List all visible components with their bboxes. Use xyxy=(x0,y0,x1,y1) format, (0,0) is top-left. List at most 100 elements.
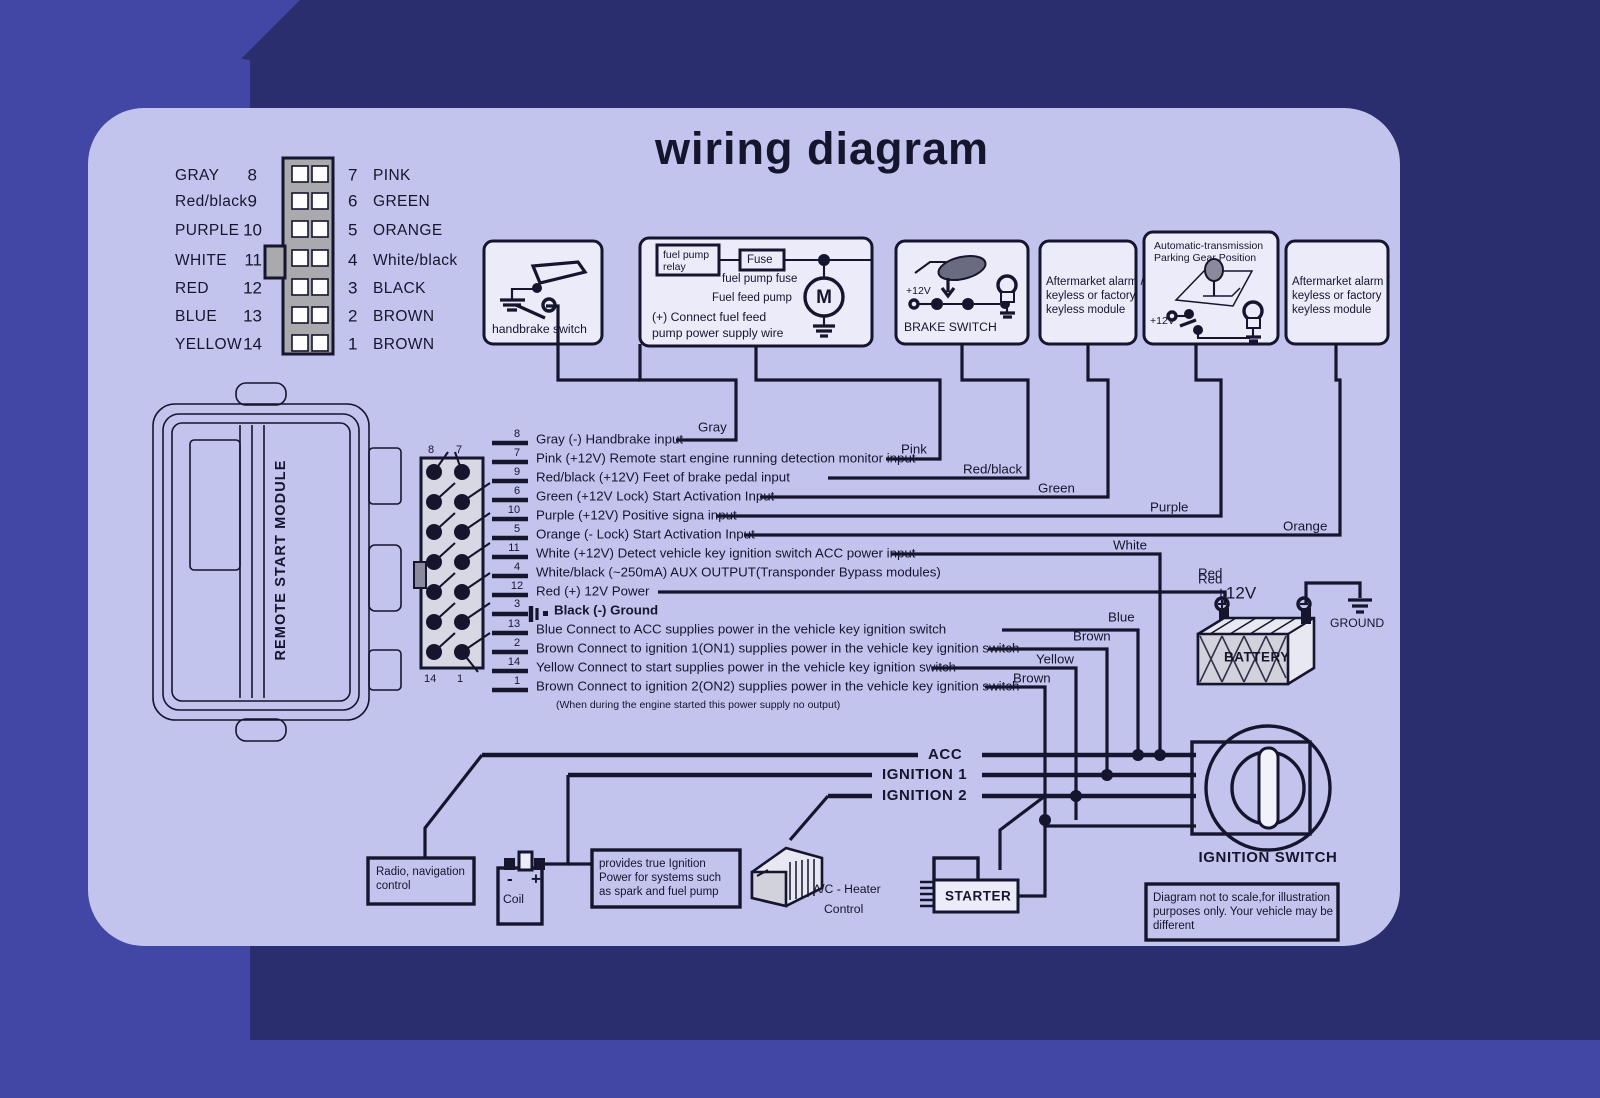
radio-box: Radio, navigation control xyxy=(366,856,476,906)
motor-label: M xyxy=(816,287,832,308)
wire-tag-3: Green xyxy=(1038,481,1075,496)
parking-gear-title-line2: Parking Gear Position xyxy=(1154,252,1256,264)
legend-right-color-1: GREEN xyxy=(373,193,430,210)
wire-tag-13: Brown xyxy=(1013,671,1051,686)
wire-pin-9: 3 xyxy=(514,598,520,610)
legend-left-pin-5: 13 xyxy=(243,306,262,325)
true-ign-line2: Power for systems such xyxy=(599,872,721,884)
legend-left-pin-6: 14 xyxy=(243,334,262,353)
ignition-bus: ACC IGNITION 1 IGNITION 2 xyxy=(423,746,1196,870)
fuel-note-line1: (+) Connect fuel feed xyxy=(652,310,766,324)
aftermarket-module-1-box: Aftermarket alarm / keyless or factory k… xyxy=(1038,239,1145,346)
legend-left-color-3: WHITE xyxy=(175,252,227,269)
legend-right-pin-3: 4 xyxy=(348,250,357,269)
coil-label: Coil xyxy=(503,892,524,906)
wire-tag-12: Yellow xyxy=(1036,652,1074,667)
legend-right-color-6: BROWN xyxy=(373,336,434,353)
legend-right-pin-6: 1 xyxy=(348,334,357,353)
wire-desc-5: Orange (- Lock) Start Activation Input xyxy=(536,527,755,542)
wire-desc-2: Red/black (+12V) Feet of brake pedal inp… xyxy=(536,470,790,485)
legend-left-pin-3: 11 xyxy=(244,250,262,269)
legend-right-color-4: BLACK xyxy=(373,280,426,297)
coil-plus: + xyxy=(531,869,541,888)
fuel-feed-pump-caption: Fuel feed pump xyxy=(712,292,792,304)
legend-left-color-6: YELLOW xyxy=(175,336,242,353)
wire-pin-10: 13 xyxy=(508,618,520,630)
fuel-pump-box: fuel pump relay Fuse M fuel pump fuse Fu… xyxy=(638,236,874,348)
brake-switch-box: +12V BRAKE SWITCH xyxy=(894,239,1030,346)
wire-desc-9: Black (-) Ground xyxy=(554,603,658,618)
wire-tag-1: Pink xyxy=(901,442,927,457)
wire-tag-4: Purple xyxy=(1150,500,1188,515)
wire-desc-6: White (+12V) Detect vehicle key ignition… xyxy=(536,546,916,561)
module-pin-7-label: 7 xyxy=(456,444,462,456)
module-pin-14-label: 14 xyxy=(424,673,436,685)
wire-desc-3: Green (+12V Lock) Start Activation Input xyxy=(536,489,775,504)
diagram-stage: wiring diagram GRAY 8 Red/black 9 PURPLE… xyxy=(0,0,1600,1098)
aftermarket2-line2: keyless or factory xyxy=(1292,290,1382,302)
wire-desc-8: Red (+) 12V Power xyxy=(536,584,650,599)
wire-desc-0: Gray (-) Handbrake input xyxy=(536,432,683,447)
coil-component: - + Coil xyxy=(496,832,592,926)
aftermarket1-line3: keyless module xyxy=(1046,304,1125,316)
legend-left-color-4: RED xyxy=(175,280,209,297)
aftermarket-module-2-box: Aftermarket alarm / keyless or factory k… xyxy=(1284,239,1391,346)
ground-label: GROUND xyxy=(1330,616,1384,630)
wire-tag-11: Brown xyxy=(1073,629,1111,644)
page-title: wiring diagram xyxy=(654,123,989,174)
wire-pin-1: 7 xyxy=(514,447,520,459)
wire-desc-4: Purple (+12V) Positive signa input xyxy=(536,508,737,523)
true-ignition-box: provides true Ignition Power for systems… xyxy=(590,848,742,909)
brake-voltage-label: +12V xyxy=(906,285,931,297)
wire-desc-1: Pink (+12V) Remote start engine running … xyxy=(536,451,916,466)
wire-tag-6: White xyxy=(1113,538,1147,553)
wire-desc-10: Blue Connect to ACC supplies power in th… xyxy=(536,622,946,637)
aftermarket1-line2: keyless or factory xyxy=(1046,290,1136,302)
battery-group: Red +12V BATTERY GROUND xyxy=(1196,566,1384,686)
ac-heater-component: A/C - Heater Control xyxy=(750,846,881,916)
wire-pin-8: 12 xyxy=(511,580,523,592)
legend-left-color-0: GRAY xyxy=(175,167,219,184)
aftermarket2-line1: Aftermarket alarm / xyxy=(1292,276,1391,288)
fuel-pump-relay-line2: relay xyxy=(663,261,687,273)
module-label: REMOTE START MODULE xyxy=(273,459,289,660)
disclaimer-line1: Diagram not to scale,for illustration xyxy=(1153,892,1330,904)
radio-line2: control xyxy=(376,880,411,892)
legend-left-color-1: Red/black xyxy=(175,193,248,210)
fuel-pump-fuse-caption: fuel pump fuse xyxy=(722,273,797,285)
legend-right-pin-4: 3 xyxy=(348,278,357,297)
legend-left-color-2: PURPLE xyxy=(175,222,239,239)
legend-right-color-5: BROWN xyxy=(373,308,434,325)
legend-right-color-0: PINK xyxy=(373,167,411,184)
wire-tag-10: Blue xyxy=(1108,610,1135,625)
disclaimer-line3: different xyxy=(1153,920,1195,932)
ac-heater-line2: Control xyxy=(824,902,863,916)
wire-pin-13: 1 xyxy=(514,675,520,687)
ignition-switch: IGNITION SWITCH xyxy=(1190,724,1338,866)
wire-pin-6: 11 xyxy=(508,542,519,554)
legend-left-color-5: BLUE xyxy=(175,308,217,325)
wire-desc-13: Brown Connect to ignition 2(ON2) supplie… xyxy=(536,679,1019,694)
wire-desc-11: Brown Connect to ignition 1(ON1) supplie… xyxy=(536,641,1019,656)
starter-label: STARTER xyxy=(945,889,1011,904)
legend-right-color-3: White/black xyxy=(373,252,458,269)
legend-left-pin-0: 8 xyxy=(248,165,257,184)
module-pin-8-label: 8 xyxy=(428,444,434,456)
wire-pin-11: 2 xyxy=(514,637,520,649)
ignition-switch-label: IGNITION SWITCH xyxy=(1199,849,1338,866)
aftermarket2-line3: keyless module xyxy=(1292,304,1371,316)
coil-minus: - xyxy=(507,869,513,888)
legend-right-color-2: ORANGE xyxy=(373,222,443,239)
wire-desc-7: White/black (~250mA) AUX OUTPUT(Transpon… xyxy=(536,565,941,580)
disclaimer-box: Diagram not to scale,for illustration pu… xyxy=(1144,882,1340,942)
disclaimer-line2: purposes only. Your vehicle may be xyxy=(1153,906,1333,918)
wire-tag-5: Orange xyxy=(1283,519,1327,534)
true-ign-line3: as spark and fuel pump xyxy=(599,886,719,898)
radio-line1: Radio, navigation xyxy=(376,866,465,878)
parking-gear-box: Automatic-transmission Parking Gear Posi… xyxy=(1142,230,1280,346)
fuel-note-line2: pump power supply wire xyxy=(652,326,784,340)
wire-row-white-black: 4 White/black (~250mA) AUX OUTPUT(Transp… xyxy=(492,561,941,580)
parking-gear-title-line1: Automatic-transmission xyxy=(1154,240,1263,252)
wire-tag-0: Gray xyxy=(698,420,727,435)
wiring-diagram-canvas: wiring diagram GRAY 8 Red/black 9 PURPLE… xyxy=(152,123,1391,942)
